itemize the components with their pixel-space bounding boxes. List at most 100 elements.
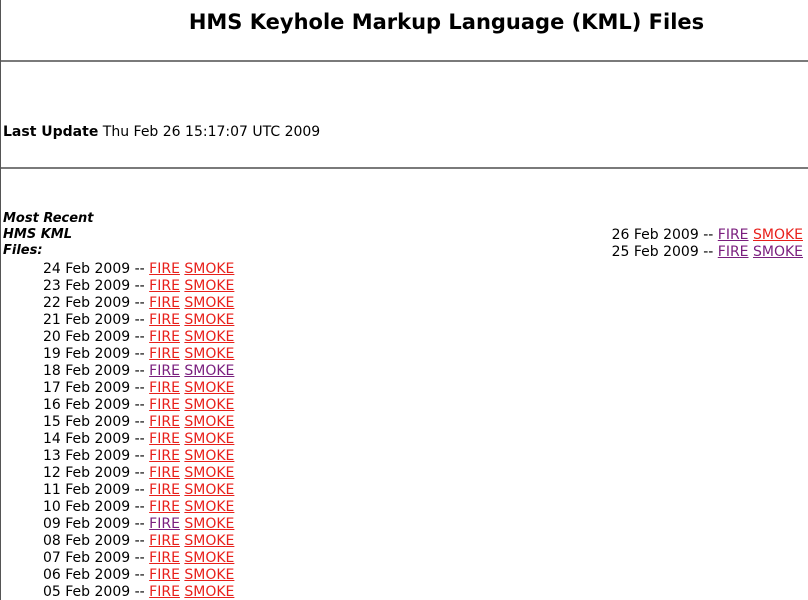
fire-link[interactable]: FIRE xyxy=(149,533,180,549)
smoke-link[interactable]: SMOKE xyxy=(184,533,234,549)
file-date: 10 Feb 2009 xyxy=(43,499,131,515)
fire-link[interactable]: FIRE xyxy=(149,567,180,583)
last-update: Last Update Thu Feb 26 15:17:07 UTC 2009 xyxy=(3,124,320,141)
fire-link[interactable]: FIRE xyxy=(149,312,180,328)
smoke-link[interactable]: SMOKE xyxy=(184,584,234,600)
file-date: 20 Feb 2009 xyxy=(43,329,131,345)
file-date: 18 Feb 2009 xyxy=(43,363,131,379)
file-row: 25 Feb 2009 -- FIRE SMOKE xyxy=(612,244,803,261)
file-row: 23 Feb 2009 -- FIRE SMOKE xyxy=(43,278,234,295)
smoke-link[interactable]: SMOKE xyxy=(753,227,803,243)
file-date: 07 Feb 2009 xyxy=(43,550,131,566)
file-row: 18 Feb 2009 -- FIRE SMOKE xyxy=(43,363,234,380)
fire-link[interactable]: FIRE xyxy=(149,261,180,277)
file-separator: -- xyxy=(134,312,145,328)
file-date: 26 Feb 2009 xyxy=(611,227,699,243)
file-row: 09 Feb 2009 -- FIRE SMOKE xyxy=(43,516,234,533)
fire-link[interactable]: FIRE xyxy=(149,499,180,515)
smoke-link[interactable]: SMOKE xyxy=(184,448,234,464)
fire-link[interactable]: FIRE xyxy=(149,414,180,430)
smoke-link[interactable]: SMOKE xyxy=(184,363,234,379)
fire-link[interactable]: FIRE xyxy=(149,516,180,532)
smoke-link[interactable]: SMOKE xyxy=(184,482,234,498)
file-separator: -- xyxy=(134,346,145,362)
file-date: 09 Feb 2009 xyxy=(43,516,131,532)
smoke-link[interactable]: SMOKE xyxy=(184,516,234,532)
file-row: 17 Feb 2009 -- FIRE SMOKE xyxy=(43,380,234,397)
fire-link[interactable]: FIRE xyxy=(149,465,180,481)
file-separator: -- xyxy=(134,499,145,515)
file-date: 05 Feb 2009 xyxy=(43,584,131,600)
file-separator: -- xyxy=(134,397,145,413)
last-update-label: Last Update xyxy=(3,124,99,140)
file-date: 19 Feb 2009 xyxy=(43,346,131,362)
smoke-link[interactable]: SMOKE xyxy=(184,550,234,566)
smoke-link[interactable]: SMOKE xyxy=(184,329,234,345)
file-date: 06 Feb 2009 xyxy=(43,567,131,583)
file-separator: -- xyxy=(134,329,145,345)
file-separator: -- xyxy=(134,380,145,396)
fire-link[interactable]: FIRE xyxy=(149,329,180,345)
smoke-link[interactable]: SMOKE xyxy=(184,397,234,413)
fire-link[interactable]: FIRE xyxy=(718,227,749,243)
smoke-link[interactable]: SMOKE xyxy=(184,261,234,277)
fire-link[interactable]: FIRE xyxy=(149,346,180,362)
file-separator: -- xyxy=(703,227,714,243)
kml-files-list: 24 Feb 2009 -- FIRE SMOKE 23 Feb 2009 -- … xyxy=(43,261,234,600)
most-recent-label-line: Most Recent xyxy=(3,211,94,226)
smoke-link[interactable]: SMOKE xyxy=(184,346,234,362)
file-date: 13 Feb 2009 xyxy=(43,448,131,464)
smoke-link[interactable]: SMOKE xyxy=(184,312,234,328)
file-row: 06 Feb 2009 -- FIRE SMOKE xyxy=(43,567,234,584)
file-separator: -- xyxy=(134,584,145,600)
fire-link[interactable]: FIRE xyxy=(149,380,180,396)
fire-link[interactable]: FIRE xyxy=(149,482,180,498)
file-row: 16 Feb 2009 -- FIRE SMOKE xyxy=(43,397,234,414)
smoke-link[interactable]: SMOKE xyxy=(184,414,234,430)
file-row: 05 Feb 2009 -- FIRE SMOKE xyxy=(43,584,234,600)
file-separator: -- xyxy=(134,550,145,566)
smoke-link[interactable]: SMOKE xyxy=(184,278,234,294)
fire-link[interactable]: FIRE xyxy=(149,584,180,600)
recent-files-list: 26 Feb 2009 -- FIRE SMOKE 25 Feb 2009 -- … xyxy=(612,227,803,261)
file-separator: -- xyxy=(134,465,145,481)
fire-link[interactable]: FIRE xyxy=(149,295,180,311)
fire-link[interactable]: FIRE xyxy=(149,550,180,566)
file-separator: -- xyxy=(134,448,145,464)
file-row: 13 Feb 2009 -- FIRE SMOKE xyxy=(43,448,234,465)
fire-link[interactable]: FIRE xyxy=(149,431,180,447)
smoke-link[interactable]: SMOKE xyxy=(184,431,234,447)
file-separator: -- xyxy=(134,516,145,532)
file-separator: -- xyxy=(134,414,145,430)
smoke-link[interactable]: SMOKE xyxy=(184,465,234,481)
file-separator: -- xyxy=(134,278,145,294)
file-row: 22 Feb 2009 -- FIRE SMOKE xyxy=(43,295,234,312)
file-row: 14 Feb 2009 -- FIRE SMOKE xyxy=(43,431,234,448)
file-separator: -- xyxy=(134,431,145,447)
file-date: 17 Feb 2009 xyxy=(43,380,131,396)
file-date: 23 Feb 2009 xyxy=(43,278,131,294)
file-row: 08 Feb 2009 -- FIRE SMOKE xyxy=(43,533,234,550)
smoke-link[interactable]: SMOKE xyxy=(753,244,803,260)
smoke-link[interactable]: SMOKE xyxy=(184,499,234,515)
file-date: 21 Feb 2009 xyxy=(43,312,131,328)
fire-link[interactable]: FIRE xyxy=(149,278,180,294)
fire-link[interactable]: FIRE xyxy=(149,448,180,464)
file-date: 15 Feb 2009 xyxy=(43,414,131,430)
fire-link[interactable]: FIRE xyxy=(149,363,180,379)
file-separator: -- xyxy=(134,295,145,311)
file-row: 10 Feb 2009 -- FIRE SMOKE xyxy=(43,499,234,516)
smoke-link[interactable]: SMOKE xyxy=(184,295,234,311)
file-separator: -- xyxy=(134,261,145,277)
horizontal-rule xyxy=(1,167,808,169)
smoke-link[interactable]: SMOKE xyxy=(184,567,234,583)
file-separator: -- xyxy=(703,244,714,260)
fire-link[interactable]: FIRE xyxy=(149,397,180,413)
smoke-link[interactable]: SMOKE xyxy=(184,380,234,396)
file-separator: -- xyxy=(134,363,145,379)
most-recent-label: Most Recent HMS KML Files: xyxy=(3,211,103,259)
file-row: 20 Feb 2009 -- FIRE SMOKE xyxy=(43,329,234,346)
file-row: 21 Feb 2009 -- FIRE SMOKE xyxy=(43,312,234,329)
most-recent-label-line: Files: xyxy=(3,243,43,258)
fire-link[interactable]: FIRE xyxy=(718,244,749,260)
